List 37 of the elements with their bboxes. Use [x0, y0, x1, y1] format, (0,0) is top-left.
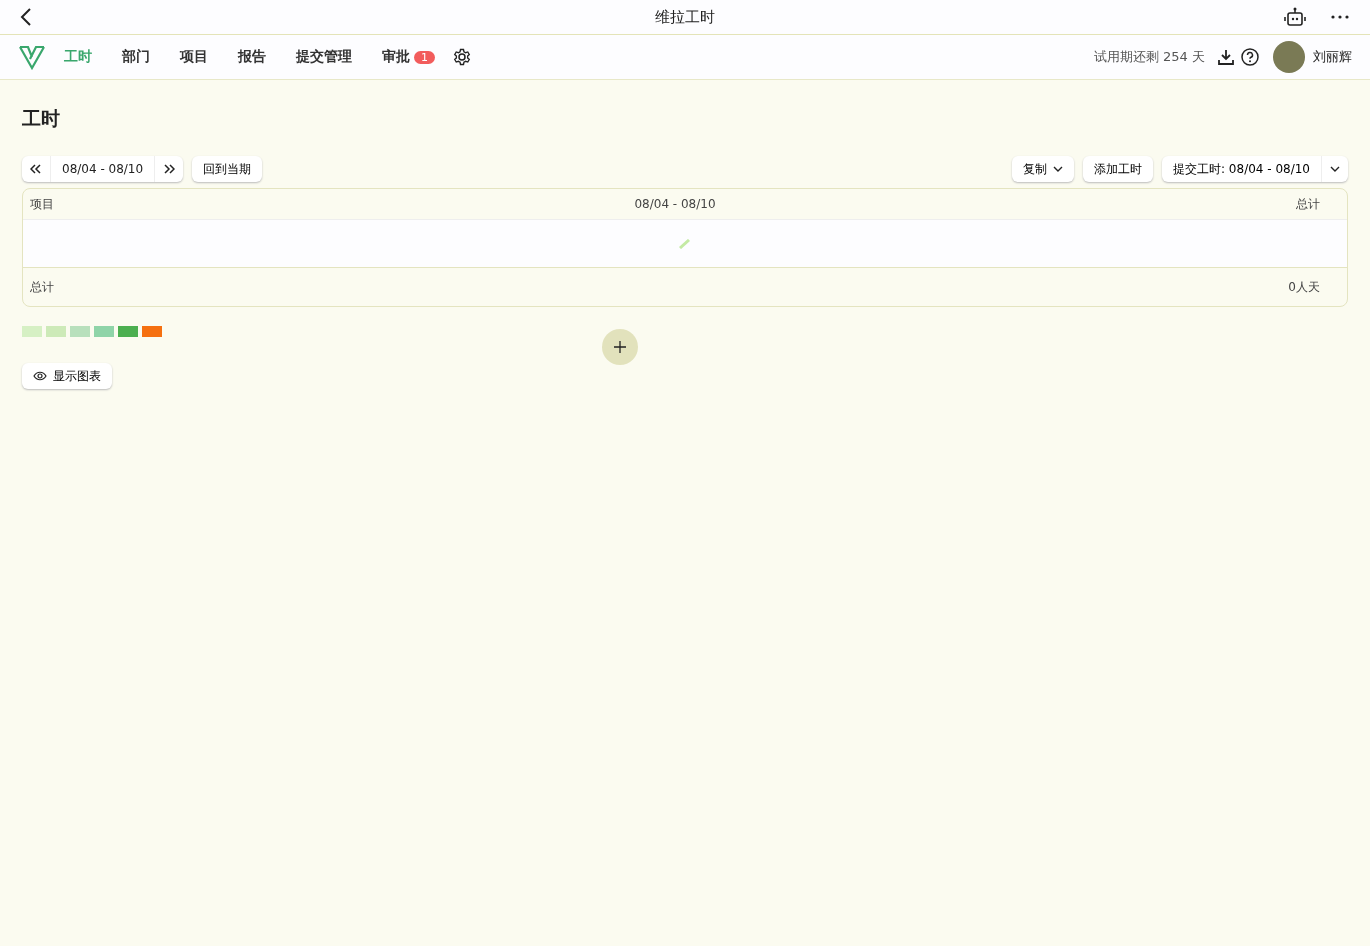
page-title: 工时 [22, 106, 61, 131]
nav-tab[interactable]: 部门 [110, 44, 162, 70]
add-button[interactable] [602, 329, 638, 365]
column-header: 项目 [30, 195, 54, 213]
nav-tab[interactable]: 报告 [226, 44, 278, 70]
total-label: 总计 [30, 278, 54, 296]
add-hours-button[interactable]: 添加工时 [1083, 156, 1153, 182]
chevron-down-icon [1330, 166, 1340, 172]
plus-icon [614, 341, 626, 353]
count-badge: 1 [414, 50, 435, 64]
robot-icon[interactable] [1284, 7, 1306, 27]
more-icon[interactable] [1330, 14, 1350, 20]
eye-icon [33, 371, 47, 381]
nav-tab[interactable]: 审批 1 [370, 44, 447, 70]
download-icon[interactable] [1217, 48, 1235, 66]
logo-icon [18, 44, 46, 70]
current-period-button[interactable]: 回到当期 [192, 156, 263, 182]
date-range[interactable]: 08/04 - 08/10 [50, 156, 155, 182]
show-chart-button[interactable]: 显示图表 [22, 363, 112, 389]
column-header: 08/04 - 08/10 [634, 197, 716, 211]
double-left-icon [30, 164, 42, 174]
settings-icon[interactable] [453, 48, 471, 66]
avatar[interactable] [1273, 41, 1305, 73]
user-name[interactable]: 刘丽辉 [1313, 48, 1352, 66]
nav-tab[interactable]: 项目 [168, 44, 220, 70]
help-icon[interactable] [1241, 48, 1259, 66]
submit-button[interactable]: 提交工时: 08/04 - 08/10 [1162, 156, 1321, 182]
trial-notice: 试用期还剩 254 天 [1093, 48, 1205, 66]
window-title: 维拉工时 [655, 7, 715, 27]
pencil-icon [679, 238, 691, 249]
double-right-icon [163, 164, 176, 174]
total-value: 0人天 [1288, 278, 1321, 296]
back-icon[interactable] [20, 8, 32, 26]
column-header: 总计 [1296, 195, 1320, 213]
nav-tab[interactable]: 提交管理 [284, 44, 364, 70]
copy-button[interactable]: 复制 [1012, 156, 1074, 182]
chevron-down-icon [1053, 166, 1063, 172]
